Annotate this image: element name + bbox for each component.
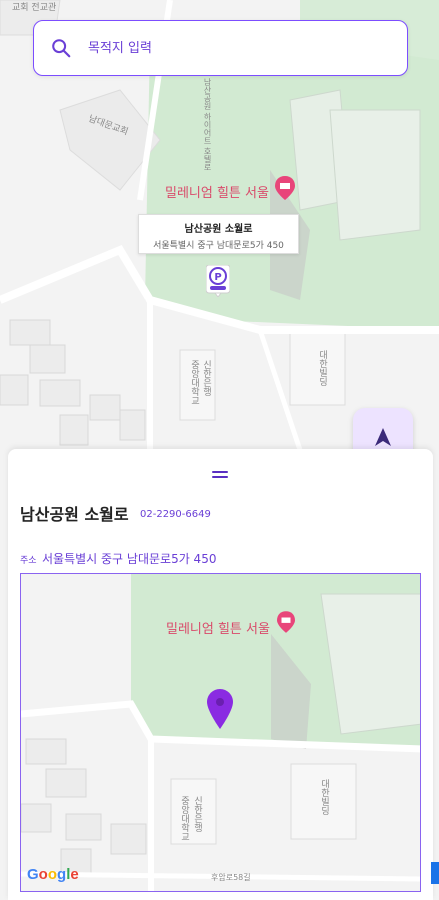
search-icon[interactable] — [50, 37, 72, 59]
edge-indicator — [431, 862, 439, 884]
place-phone[interactable]: 02-2290-6649 — [140, 509, 211, 520]
location-pin-icon — [207, 689, 233, 729]
search-bar[interactable] — [33, 20, 408, 76]
map-label-vertical-road: 남산공원 하이어트 호텔로 — [203, 78, 212, 172]
map-label-hotel: 밀레니엄 힐튼 서울 — [165, 186, 269, 201]
map-label-building-c: 대한빌딩 — [317, 350, 327, 386]
navigation-arrow-icon — [375, 428, 391, 446]
address-value: 서울특별시 중구 남대문로5가 450 — [42, 552, 217, 566]
mini-map-hotel-label: 밀레니엄 힐튼 서울 — [166, 622, 270, 637]
sheet-drag-handle[interactable] — [212, 471, 228, 479]
callout-address: 서울특별시 중구 남대문로5가 450 — [153, 241, 284, 251]
mini-map[interactable]: 밀레니엄 힐튼 서울 중앙대학교 신한은행 대한빌딩 후암로58길 Google — [20, 573, 421, 892]
mini-map-road-label: 후암로58길 — [211, 873, 251, 882]
mini-map-building-c: 대한빌딩 — [319, 779, 329, 815]
parking-marker-icon[interactable]: P — [206, 265, 230, 297]
mini-map-building-a: 중앙대학교 — [179, 796, 189, 841]
address-label: 주소 — [20, 556, 37, 566]
hotel-pin-icon[interactable] — [275, 176, 295, 200]
mini-map-building-b: 신한은행 — [192, 796, 202, 832]
destination-input[interactable] — [88, 40, 348, 56]
mini-map-hotel-pin-icon — [277, 611, 295, 633]
map-label-building-b: 신한은행 — [201, 360, 211, 396]
place-name: 남산공원 소월로 — [20, 505, 129, 524]
svg-text:P: P — [214, 272, 221, 283]
map-label-top: 교회 전교관 — [12, 3, 57, 13]
google-logo: Google — [27, 866, 79, 883]
place-callout[interactable]: 남산공원 소월로 서울특별시 중구 남대문로5가 450 — [138, 214, 299, 254]
place-detail-sheet[interactable]: 남산공원 소월로 02-2290-6649 주소 서울특별시 중구 남대문로5가… — [8, 449, 433, 900]
callout-title: 남산공원 소월로 — [184, 224, 253, 235]
